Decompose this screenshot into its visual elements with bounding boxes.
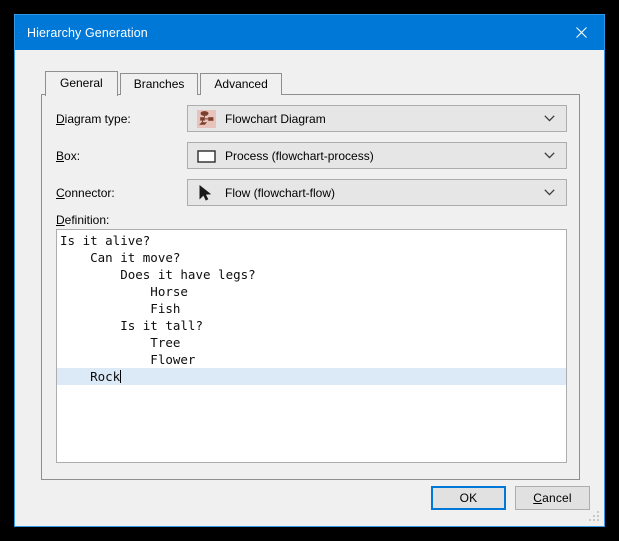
tab-advanced[interactable]: Advanced bbox=[200, 73, 282, 95]
window-title: Hierarchy Generation bbox=[27, 25, 148, 40]
tab-branches[interactable]: Branches bbox=[119, 73, 199, 95]
box-label: Box: bbox=[56, 148, 81, 163]
definition-line: Tree bbox=[60, 335, 181, 350]
text-caret bbox=[120, 370, 122, 383]
process-rectangle-icon bbox=[195, 146, 217, 166]
arrow-cursor-icon bbox=[195, 183, 217, 203]
connector-row: Connector: Flow (flowchart-flow) bbox=[56, 179, 567, 206]
definition-line: Does it have legs? bbox=[60, 267, 256, 282]
definition-line: Is it tall? bbox=[60, 318, 203, 333]
definition-line-selected: Rock bbox=[57, 368, 566, 385]
title-bar[interactable]: Hierarchy Generation bbox=[15, 15, 604, 50]
hierarchy-generation-dialog: Hierarchy Generation General Branches Ad… bbox=[14, 14, 605, 527]
box-row: Box: Process (flowchart-process) bbox=[56, 142, 567, 169]
connector-combobox[interactable]: Flow (flowchart-flow) bbox=[187, 179, 567, 206]
diagram-type-row: Diagram type: Flowchart Diagram bbox=[56, 105, 567, 132]
definition-line: Fish bbox=[60, 301, 181, 316]
definition-line: Is it alive? bbox=[60, 233, 151, 248]
definition-line: Flower bbox=[60, 352, 196, 367]
flowchart-diagram-icon bbox=[195, 109, 217, 129]
connector-label: Connector: bbox=[56, 185, 115, 200]
close-button[interactable] bbox=[558, 15, 604, 50]
resize-grip[interactable] bbox=[589, 511, 601, 523]
chevron-down-icon[interactable] bbox=[544, 143, 555, 168]
box-combobox[interactable]: Process (flowchart-process) bbox=[187, 142, 567, 169]
definition-line: Horse bbox=[60, 284, 188, 299]
ok-button[interactable]: OK bbox=[431, 486, 506, 510]
tab-strip: General Branches Advanced bbox=[45, 71, 284, 96]
chevron-down-icon[interactable] bbox=[544, 106, 555, 131]
close-icon bbox=[575, 27, 587, 38]
general-tab-panel: Diagram type: Flowchart Diagram Box: Pro… bbox=[41, 94, 580, 480]
diagram-type-value: Flowchart Diagram bbox=[225, 111, 326, 126]
definition-label: Definition: bbox=[56, 213, 110, 227]
diagram-type-label: Diagram type: bbox=[56, 111, 131, 126]
cancel-button[interactable]: Cancel bbox=[515, 486, 590, 510]
definition-line: Can it move? bbox=[60, 250, 181, 265]
connector-value: Flow (flowchart-flow) bbox=[225, 185, 336, 200]
chevron-down-icon[interactable] bbox=[544, 180, 555, 205]
tab-general[interactable]: General bbox=[45, 71, 118, 96]
diagram-type-combobox[interactable]: Flowchart Diagram bbox=[187, 105, 567, 132]
definition-line-text: Rock bbox=[60, 369, 121, 384]
box-value: Process (flowchart-process) bbox=[225, 148, 374, 163]
definition-textarea[interactable]: Is it alive? Can it move? Does it have l… bbox=[56, 229, 567, 463]
cancel-button-label: Cancel bbox=[533, 491, 572, 505]
